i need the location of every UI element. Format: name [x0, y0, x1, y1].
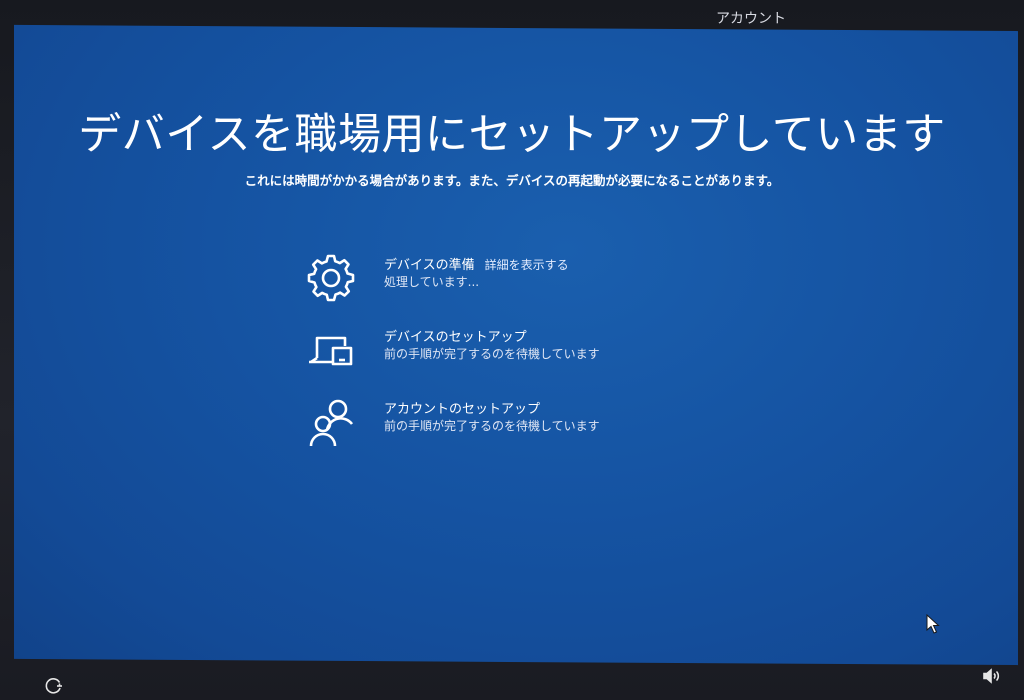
step-account-setup: アカウントのセットアップ 前の手順が完了するのを待機しています	[305, 394, 725, 466]
tab-account: アカウント	[716, 11, 786, 27]
devices-icon	[309, 336, 353, 366]
step-status: 前の手順が完了するのを待機しています	[384, 347, 600, 361]
step-title-text: デバイスの準備	[384, 258, 475, 273]
gear-icon	[307, 254, 355, 302]
mouse-pointer-icon	[926, 614, 940, 634]
step-status: 処理しています...	[384, 275, 480, 289]
step-status: 前の手順が完了するのを待機しています	[384, 419, 600, 433]
step-device-setup: デバイスのセットアップ 前の手順が完了するのを待機しています	[305, 322, 725, 394]
people-icon	[309, 399, 354, 447]
step-title: デバイスの準備 詳細を表示する	[384, 254, 569, 273]
page-subtitle: これには時間がかかる場合があります。また、デバイスの再起動が必要になることがあり…	[244, 173, 780, 188]
ease-of-access-icon[interactable]	[44, 676, 64, 696]
step-device-preparation: デバイスの準備 詳細を表示する 処理しています...	[305, 250, 725, 322]
step-title: デバイスのセットアップ	[384, 330, 527, 345]
setup-steps-list: デバイスの準備 詳細を表示する 処理しています... デバイスのセットアップ 前の…	[305, 250, 725, 466]
show-details-link[interactable]: 詳細を表示する	[485, 258, 569, 272]
volume-icon[interactable]	[981, 666, 1001, 686]
step-title: アカウントのセットアップ	[384, 402, 541, 417]
page-title: デバイスを職場用にセットアップしています	[78, 110, 946, 160]
